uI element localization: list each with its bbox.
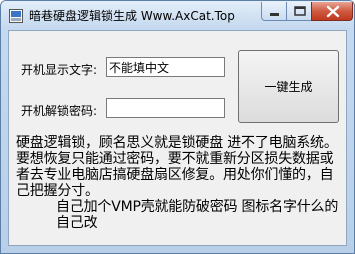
info-paragraph-main: 硬盘逻辑锁，顾名思义就是锁硬盘 进不了电脑系统。要想恢复只能通过密码，要不就重新… — [16, 135, 338, 199]
display-text-label: 开机显示文字: — [21, 63, 98, 77]
minimize-icon — [270, 13, 279, 16]
client-area: 开机显示文字: 开机解锁密码: 一键生成 硬盘逻辑锁，顾名思义就是锁硬盘 进不了… — [8, 30, 347, 246]
display-text-input[interactable] — [106, 57, 225, 77]
info-paragraph-note: 自己加个VMP壳就能防破密码 图标名字什么的自己改 — [56, 199, 339, 231]
app-icon — [9, 8, 23, 23]
app-window: 暗巷硬盘逻辑锁生成 Www.AxCat.Top 开机显示文字: 开机解锁密码: … — [0, 0, 355, 254]
title-bar[interactable]: 暗巷硬盘逻辑锁生成 Www.AxCat.Top — [1, 1, 354, 29]
unlock-password-label: 开机解锁密码: — [21, 104, 98, 118]
unlock-password-input[interactable] — [106, 98, 225, 118]
generate-button[interactable]: 一键生成 — [238, 50, 339, 123]
minimize-button[interactable] — [261, 2, 287, 21]
info-text: 硬盘逻辑锁，顾名思义就是锁硬盘 进不了电脑系统。要想恢复只能通过密码，要不就重新… — [16, 135, 346, 231]
maximize-icon — [294, 6, 306, 16]
window-title: 暗巷硬盘逻辑锁生成 Www.AxCat.Top — [29, 9, 235, 23]
maximize-button[interactable] — [286, 2, 312, 21]
close-button[interactable] — [311, 2, 353, 21]
close-icon — [326, 5, 340, 18]
